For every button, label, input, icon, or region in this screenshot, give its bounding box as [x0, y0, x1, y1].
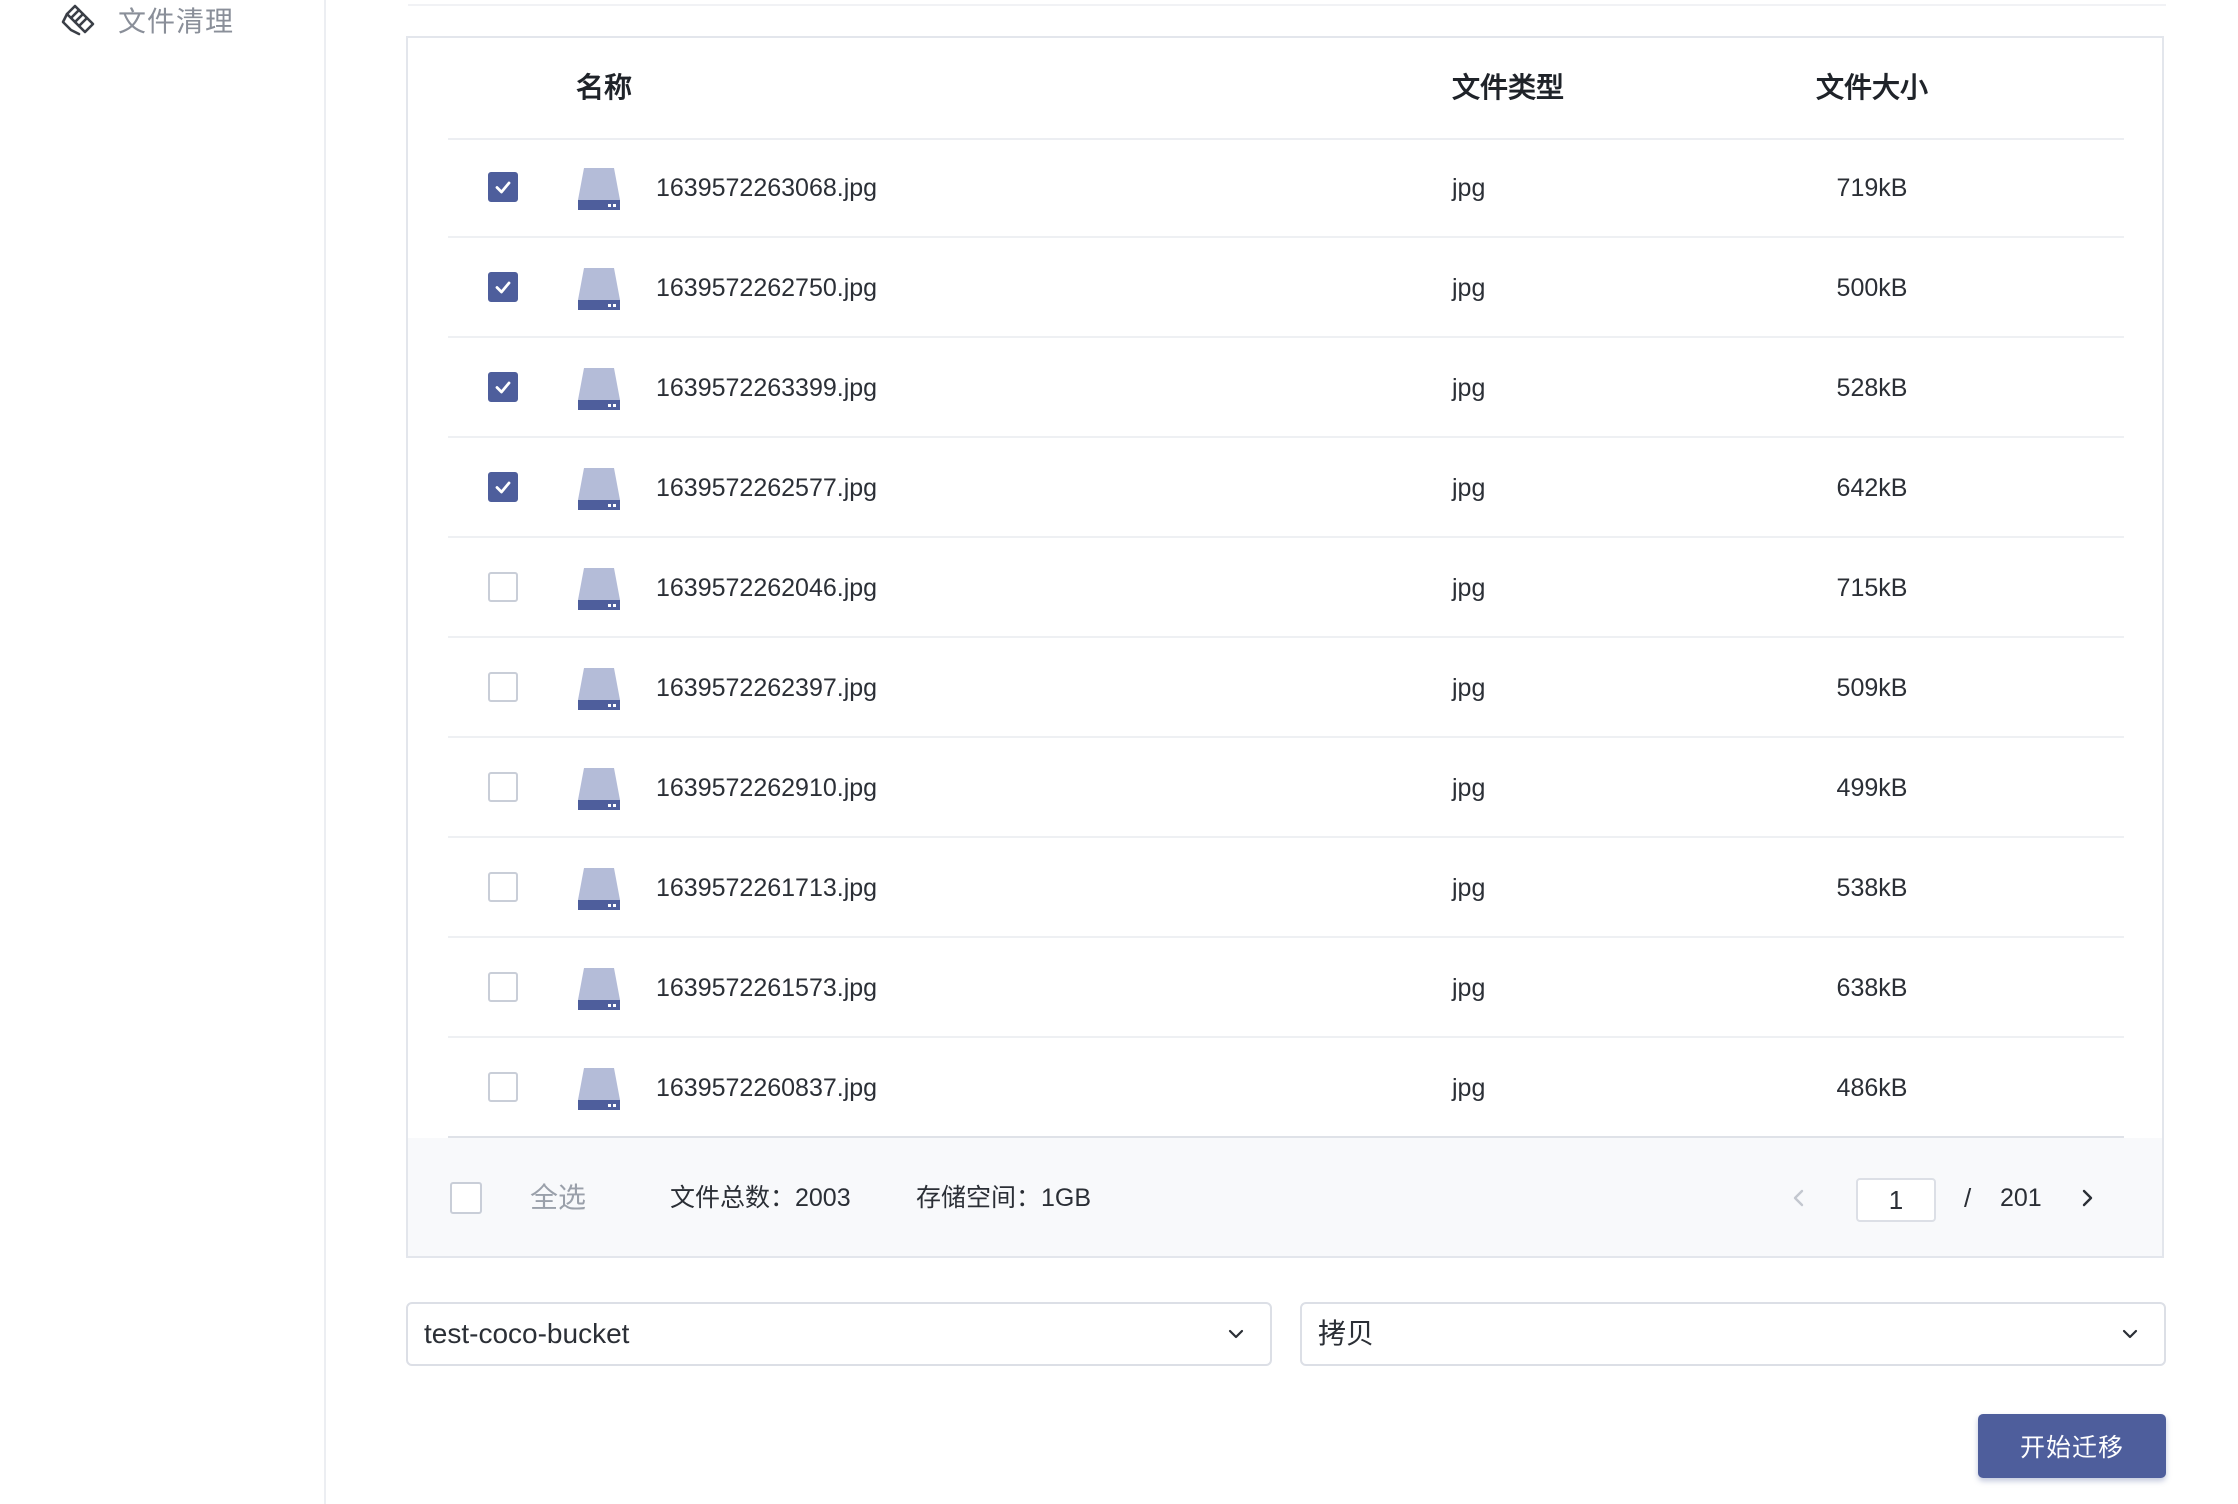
file-size: 538kB [1836, 874, 1908, 902]
column-header-name: 名称 [576, 72, 633, 103]
row-checkbox[interactable] [488, 772, 518, 802]
row-checkbox[interactable] [488, 572, 518, 602]
chevron-down-icon [2116, 1320, 2144, 1348]
bucket-select-value: test-coco-bucket [424, 1318, 630, 1349]
select-all-checkbox[interactable] [450, 1182, 482, 1214]
file-type: jpg [1452, 974, 1486, 1002]
file-name: 1639572262750.jpg [656, 274, 878, 302]
row-checkbox[interactable] [488, 372, 518, 402]
column-header-type: 文件类型 [1452, 72, 1565, 103]
file-name: 1639572262046.jpg [656, 574, 878, 602]
table-row[interactable]: 1639572260837.jpg jpg 486kB [448, 1038, 2124, 1138]
table-row[interactable]: 1639572263068.jpg jpg 719kB [448, 138, 2124, 238]
table-row[interactable]: 1639572262750.jpg jpg 500kB [448, 238, 2124, 338]
page-separator: / [1964, 1183, 1972, 1213]
table-row[interactable]: 1639572261573.jpg jpg 638kB [448, 938, 2124, 1038]
file-name: 1639572261713.jpg [656, 874, 878, 902]
sidebar-item-file-cleanup[interactable]: 文件清理 [60, 0, 234, 40]
file-name: 1639572262397.jpg [656, 674, 878, 702]
file-image-icon [576, 666, 622, 712]
file-size: 638kB [1836, 974, 1908, 1002]
file-size: 486kB [1836, 1074, 1908, 1102]
storage-space: 存储空间：1GB [916, 1184, 1092, 1212]
row-checkbox[interactable] [488, 1072, 518, 1102]
file-size: 509kB [1836, 674, 1908, 702]
column-header-size: 文件大小 [1815, 72, 1928, 103]
file-type: jpg [1452, 474, 1486, 502]
file-image-icon [576, 366, 622, 412]
migration-mode-value: 拷贝 [1318, 1318, 1375, 1349]
row-checkbox[interactable] [488, 972, 518, 1002]
table-row[interactable]: 1639572262910.jpg jpg 499kB [448, 738, 2124, 838]
bucket-select[interactable]: test-coco-bucket [406, 1302, 1272, 1366]
file-size: 642kB [1836, 474, 1908, 502]
file-name: 1639572262577.jpg [656, 474, 878, 502]
page: 文件清理 名称 文件类型 文件大小 1639572263068.jpg jpg 71… [0, 0, 2238, 1504]
sidebar-item-label: 文件清理 [118, 6, 235, 37]
file-name: 1639572262910.jpg [656, 774, 878, 802]
file-image-icon [576, 566, 622, 612]
total-pages: 201 [2000, 1184, 2042, 1212]
file-size: 715kB [1836, 574, 1908, 602]
file-type: jpg [1452, 574, 1486, 602]
file-image-icon [576, 866, 622, 912]
row-checkbox[interactable] [488, 872, 518, 902]
file-list-panel: 名称 文件类型 文件大小 1639572263068.jpg jpg 719kB 16… [406, 36, 2164, 1258]
start-migration-button[interactable]: 开始迁移 [1978, 1414, 2166, 1478]
page-number-input[interactable] [1856, 1178, 1936, 1222]
file-name: 1639572263068.jpg [656, 174, 878, 202]
chevron-right-icon[interactable] [2072, 1183, 2102, 1213]
file-image-icon [576, 166, 622, 212]
file-name: 1639572263399.jpg [656, 374, 878, 402]
chevron-down-icon [1222, 1320, 1250, 1348]
file-image-icon [576, 1066, 622, 1112]
table-row[interactable]: 1639572262046.jpg jpg 715kB [448, 538, 2124, 638]
file-type: jpg [1452, 174, 1486, 202]
total-files-count: 文件总数：2003 [670, 1184, 851, 1212]
file-size: 499kB [1836, 774, 1908, 802]
row-checkbox[interactable] [488, 272, 518, 302]
file-type: jpg [1452, 1074, 1486, 1102]
table-footer: 全选 文件总数：2003 存储空间：1GB / 201 [408, 1138, 2162, 1256]
row-checkbox[interactable] [488, 672, 518, 702]
select-all-label[interactable]: 全选 [530, 1138, 586, 1258]
sidebar: 文件清理 [0, 0, 326, 1504]
chevron-left-icon[interactable] [1784, 1183, 1814, 1213]
table-row[interactable]: 1639572261713.jpg jpg 538kB [448, 838, 2124, 938]
file-type: jpg [1452, 374, 1486, 402]
table-row[interactable]: 1639572262577.jpg jpg 642kB [448, 438, 2124, 538]
top-divider [408, 0, 2166, 6]
table-row[interactable]: 1639572263399.jpg jpg 528kB [448, 338, 2124, 438]
file-table-body: 1639572263068.jpg jpg 719kB 1639572262750.j… [448, 138, 2124, 1138]
row-checkbox[interactable] [488, 172, 518, 202]
row-checkbox[interactable] [488, 472, 518, 502]
file-name: 1639572260837.jpg [656, 1074, 878, 1102]
file-type: jpg [1452, 774, 1486, 802]
file-image-icon [576, 266, 622, 312]
file-image-icon [576, 966, 622, 1012]
table-row[interactable]: 1639572262397.jpg jpg 509kB [448, 638, 2124, 738]
file-size: 500kB [1836, 274, 1908, 302]
file-image-icon [576, 766, 622, 812]
file-type: jpg [1452, 274, 1486, 302]
brush-clean-icon [60, 1, 98, 39]
migration-mode-select[interactable]: 拷贝 [1300, 1302, 2166, 1366]
file-size: 719kB [1836, 174, 1908, 202]
file-type: jpg [1452, 874, 1486, 902]
table-header: 名称 文件类型 文件大小 [448, 38, 2124, 140]
file-type: jpg [1452, 674, 1486, 702]
file-name: 1639572261573.jpg [656, 974, 878, 1002]
file-size: 528kB [1836, 374, 1908, 402]
file-image-icon [576, 466, 622, 512]
